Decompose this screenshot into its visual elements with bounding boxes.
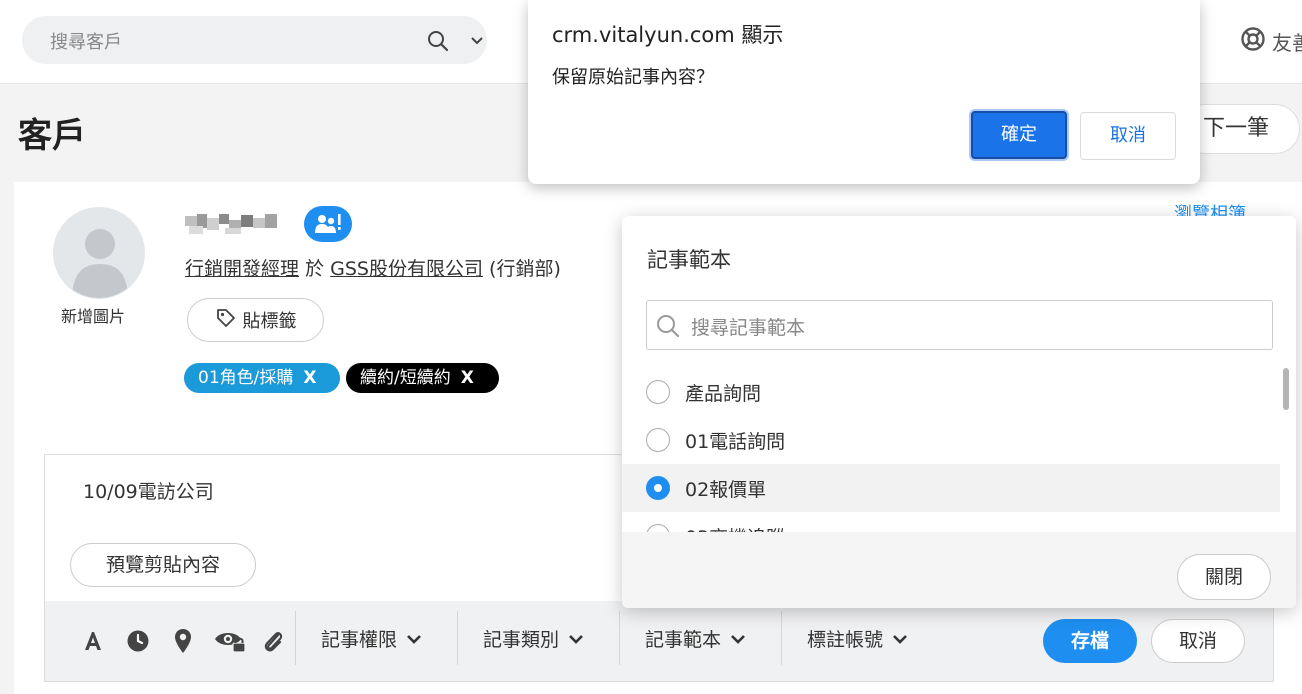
search-icon [655,313,681,343]
font-icon[interactable] [79,627,107,655]
tag-chip-label: 續約/短續約 [360,368,451,388]
confirm-ok-button[interactable]: 確定 [971,111,1067,159]
page-title: 客戶 [18,116,86,156]
location-icon[interactable] [169,627,197,655]
note-template-panel: 記事範本 搜尋記事範本 產品詢問 01電話詢問 02報價單 03商機追蹤 關閉 [622,216,1296,608]
note-permission-label: 記事權限 [321,629,398,651]
template-option[interactable]: 01電話詢問 [622,416,1280,464]
scrollbar-thumb[interactable] [1283,368,1289,410]
template-list[interactable]: 產品詢問 01電話詢問 02報價單 03商機追蹤 [622,368,1296,532]
template-option-selected[interactable]: 02報價單 [622,464,1280,512]
tag-chip[interactable]: 續約/短續約 X [346,363,499,393]
confirm-cancel-button[interactable]: 取消 [1080,112,1176,160]
attachment-icon[interactable] [259,627,287,655]
toolbar-divider [295,611,296,665]
note-category-menu[interactable]: 記事類別 [483,625,585,652]
remove-tag-button[interactable]: X [461,368,474,388]
add-tag-button[interactable]: 貼標籤 [187,298,324,342]
template-option-label: 03商機追蹤 [685,523,785,532]
contact-name-redacted [185,214,277,234]
browse-album-link[interactable]: 瀏覽相簿 [1174,200,1246,216]
template-option[interactable]: 產品詢問 [622,368,1280,416]
chevron-down-icon[interactable] [468,32,486,54]
template-option-label: 產品詢問 [685,383,762,405]
template-option-label: 02報價單 [685,479,767,501]
clock-icon[interactable] [124,627,152,655]
radio-button[interactable] [646,524,670,532]
chevron-down-icon [893,634,907,644]
radio-button[interactable] [646,380,670,404]
close-button[interactable]: 關閉 [1177,554,1271,600]
mention-account-menu[interactable]: 標註帳號 [807,625,909,652]
toolbar-divider [619,611,620,665]
customer-search-input[interactable]: 搜尋客戶 [50,28,122,54]
tag-icon [215,307,237,334]
privacy-eye-icon[interactable] [213,627,247,655]
job-title-link[interactable]: 行銷開發經理 [185,258,299,280]
help-label: 友善 [1272,31,1302,55]
chevron-down-icon [407,634,421,644]
avatar[interactable] [53,207,145,299]
confirm-dialog: crm.vitalyun.com 顯示 保留原始記事內容？ 確定 取消 [528,0,1200,184]
job-title-line: 行銷開發經理 於 GSS股份有限公司 (行銷部) [185,254,561,281]
person-silhouette-icon [54,208,144,298]
department-text: (行銷部) [489,258,561,280]
decision-maker-icon[interactable] [304,206,352,242]
mention-account-label: 標註帳號 [807,629,884,651]
note-template-label: 記事範本 [645,629,722,651]
company-link[interactable]: GSS股份有限公司 [330,258,483,280]
at-text: 於 [305,258,325,280]
template-search-input[interactable]: 搜尋記事範本 [646,300,1273,350]
tag-chip-label: 01角色/採購 [198,368,294,388]
note-toolbar: 記事權限 記事類別 記事範本 標註帳號 存檔 取消 [45,601,1273,681]
template-search-placeholder: 搜尋記事範本 [691,317,806,339]
remove-tag-button[interactable]: X [303,368,316,388]
template-option-label: 01電話詢問 [685,431,786,453]
template-panel-title: 記事範本 [647,248,731,272]
template-option[interactable]: 03商機追蹤 [622,512,1280,532]
toolbar-divider [457,611,458,665]
radio-button-checked[interactable] [646,476,670,500]
help-button[interactable]: 友善 [1240,26,1302,57]
chevron-down-icon [569,634,583,644]
tag-chip[interactable]: 01角色/採購 X [184,363,340,393]
cancel-button[interactable]: 取消 [1151,619,1245,663]
note-text[interactable]: 10/09電訪公司 [83,477,214,504]
lifebuoy-icon [1240,26,1266,57]
toolbar-divider [781,611,782,665]
note-template-menu[interactable]: 記事範本 [645,625,747,652]
save-button[interactable]: 存檔 [1043,619,1137,663]
dialog-title: crm.vitalyun.com 顯示 [552,23,784,47]
search-icon[interactable] [426,29,450,57]
customer-search-box[interactable]: 搜尋客戶 [22,16,487,64]
note-permission-menu[interactable]: 記事權限 [321,625,423,652]
radio-button[interactable] [646,428,670,452]
note-category-label: 記事類別 [483,629,560,651]
add-photo-label[interactable]: 新增圖片 [61,303,125,327]
chevron-down-icon [731,634,745,644]
add-tag-label: 貼標籤 [242,311,297,332]
dialog-message: 保留原始記事內容？ [552,67,714,88]
preview-clipboard-button[interactable]: 預覽剪貼內容 [70,543,256,587]
template-panel-footer: 關閉 [622,532,1296,608]
